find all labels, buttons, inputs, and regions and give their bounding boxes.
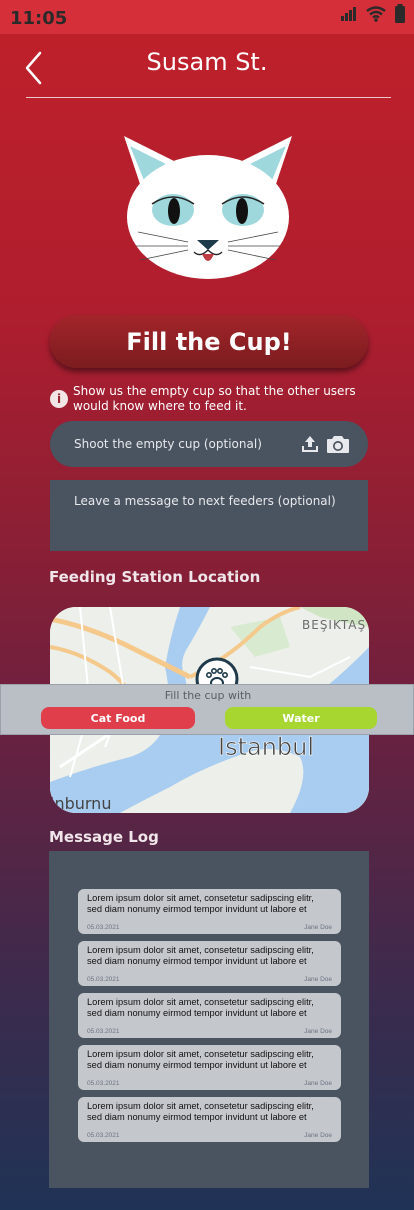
log-entry-text: Lorem ipsum dolor sit amet, consetetur s…: [87, 1049, 314, 1070]
cat-illustration: [118, 132, 298, 282]
location-heading: Feeding Station Location: [49, 568, 261, 586]
message-log-panel[interactable]: Lorem ipsum dolor sit amet, consetetur s…: [49, 851, 369, 1188]
map-label-zeytinburnu: inburnu: [50, 794, 111, 813]
status-time: 11:05: [10, 8, 68, 29]
fill-with-label: Fill the cup with: [164, 689, 252, 702]
shoot-cup-field[interactable]: Shoot the empty cup (optional): [50, 421, 368, 467]
log-entry-author: Jane Doe: [304, 1080, 332, 1087]
log-entry: Lorem ipsum dolor sit amet, consetetur s…: [78, 1097, 341, 1142]
message-log-heading: Message Log: [49, 828, 159, 846]
shoot-cup-placeholder: Shoot the empty cup (optional): [74, 437, 262, 451]
map-label-besiktas: BEŞIKTAŞ: [302, 618, 366, 632]
log-entry-text: Lorem ipsum dolor sit amet, consetetur s…: [87, 945, 314, 966]
log-entry-author: Jane Doe: [304, 1028, 332, 1035]
log-entry-date: 05.03.2021: [87, 1080, 120, 1087]
log-entry-author: Jane Doe: [304, 1132, 332, 1139]
page-title: Susam St.: [146, 48, 268, 76]
log-entry-text: Lorem ipsum dolor sit amet, consetetur s…: [87, 997, 314, 1018]
title-divider: [26, 97, 391, 98]
signal-icon: [341, 7, 356, 21]
log-entry: Lorem ipsum dolor sit amet, consetetur s…: [78, 1045, 341, 1090]
log-entry-date: 05.03.2021: [87, 976, 120, 983]
log-entry-text: Lorem ipsum dolor sit amet, consetetur s…: [87, 1101, 314, 1122]
wifi-icon: [366, 6, 386, 22]
log-entry-author: Jane Doe: [304, 976, 332, 983]
water-button[interactable]: Water: [225, 707, 377, 729]
status-bar: 11:05: [0, 0, 414, 34]
log-entry-date: 05.03.2021: [87, 1132, 120, 1139]
camera-icon[interactable]: [326, 434, 350, 454]
upload-icon[interactable]: [300, 434, 320, 454]
message-textarea[interactable]: Leave a message to next feeders (optiona…: [50, 480, 368, 551]
info-text: Show us the empty cup so that the other …: [73, 384, 356, 413]
log-entry: Lorem ipsum dolor sit amet, consetetur s…: [78, 941, 341, 986]
log-entry-date: 05.03.2021: [87, 1028, 120, 1035]
fill-with-bar: Fill the cup with Cat Food Water: [0, 684, 414, 735]
map-label-istanbul: Istanbul: [218, 733, 314, 761]
shoot-icons: [300, 434, 350, 454]
log-entry-date: 05.03.2021: [87, 924, 120, 931]
status-icons: [340, 4, 406, 24]
fill-the-cup-button[interactable]: Fill the Cup!: [50, 315, 368, 368]
log-entry: Lorem ipsum dolor sit amet, consetetur s…: [78, 889, 341, 934]
log-entry-text: Lorem ipsum dolor sit amet, consetetur s…: [87, 893, 314, 914]
log-entry: Lorem ipsum dolor sit amet, consetetur s…: [78, 993, 341, 1038]
info-row: i Show us the empty cup so that the othe…: [50, 384, 370, 414]
info-icon: i: [50, 390, 68, 408]
log-entry-author: Jane Doe: [304, 924, 332, 931]
cat-food-button[interactable]: Cat Food: [41, 707, 195, 729]
battery-icon: [395, 4, 405, 23]
message-placeholder: Leave a message to next feeders (optiona…: [74, 494, 336, 508]
